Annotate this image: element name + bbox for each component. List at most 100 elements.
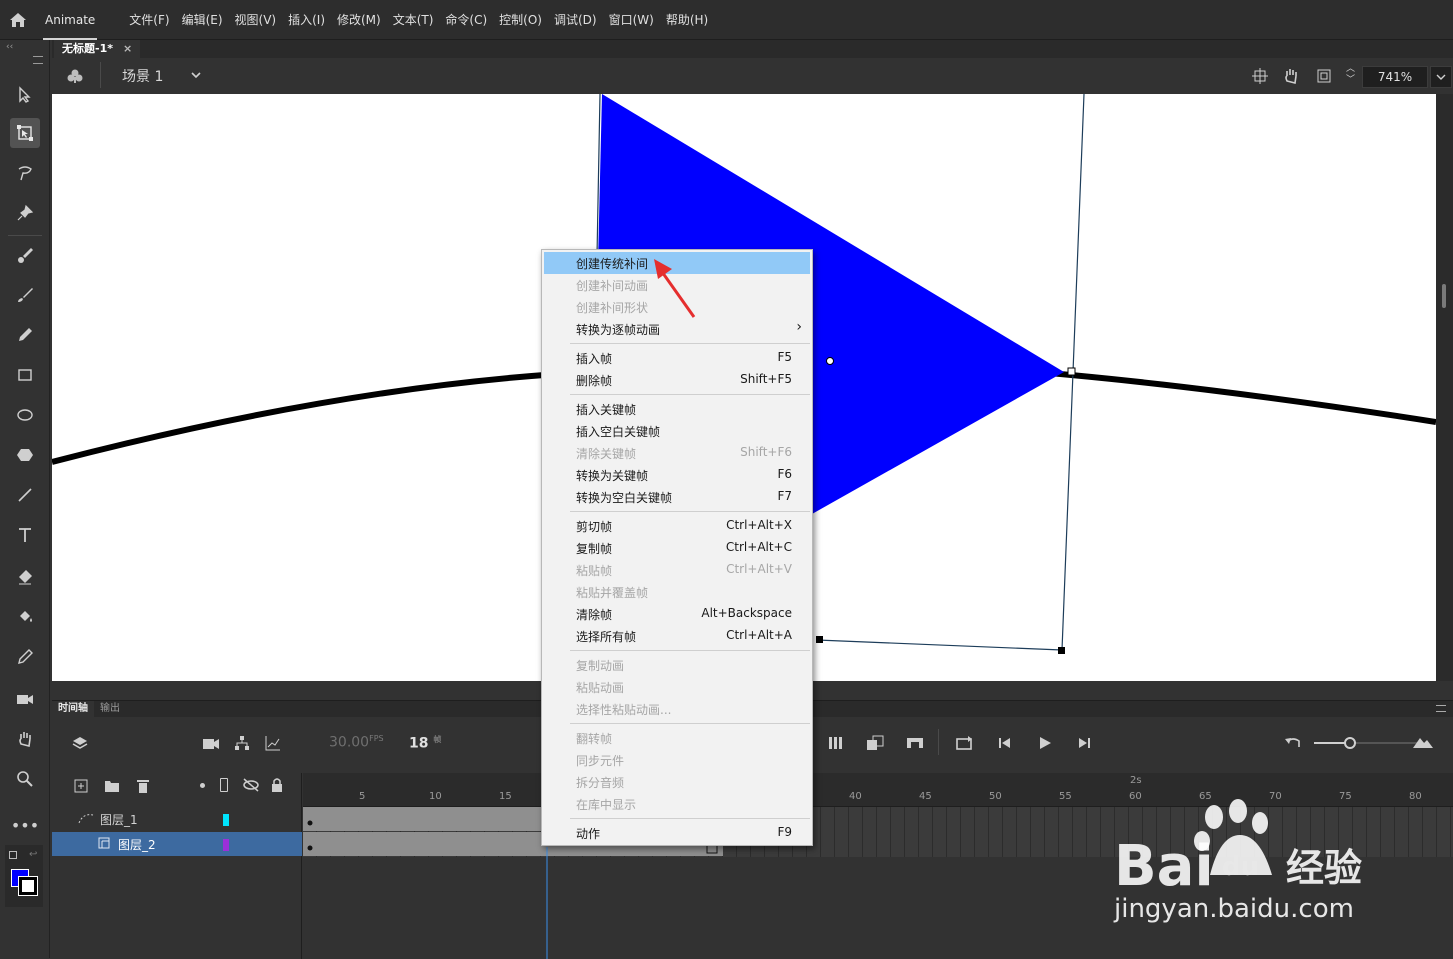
timeline-zoom-slider[interactable]	[1314, 737, 1424, 749]
layer-row[interactable]: 图层_1	[52, 807, 302, 831]
paint-bucket-tool-icon[interactable]	[10, 602, 40, 632]
default-colors-icon[interactable]	[9, 851, 17, 859]
brush-tool-icon[interactable]	[10, 280, 40, 310]
scene-icon[interactable]	[66, 68, 84, 87]
camera-tool-icon[interactable]	[10, 684, 40, 714]
context-menu-item[interactable]: 同步元件	[544, 749, 810, 771]
menu-file[interactable]: 文件(F)	[129, 11, 169, 28]
fps-display[interactable]: 30.00FPS	[329, 734, 384, 751]
context-menu-item[interactable]: 在库中显示	[544, 793, 810, 815]
undo-zoom-icon[interactable]	[1284, 735, 1302, 754]
context-menu-item[interactable]: 粘贴动画	[544, 676, 810, 698]
menu-insert[interactable]: 插入(I)	[288, 11, 325, 28]
zoom-input[interactable]: 741%	[1362, 66, 1428, 88]
free-transform-tool-icon[interactable]	[10, 118, 40, 148]
eraser-tool-icon[interactable]	[10, 562, 40, 592]
scroll-thumb[interactable]	[1442, 284, 1446, 308]
menu-edit[interactable]: 编辑(E)	[182, 11, 223, 28]
step-forward-icon[interactable]	[1076, 735, 1092, 754]
selection-tool-icon[interactable]	[10, 80, 40, 110]
menu-commands[interactable]: 命令(C)	[445, 11, 487, 28]
fluid-brush-tool-icon[interactable]	[10, 240, 40, 270]
collapse-icon[interactable]: ‹‹	[6, 42, 13, 52]
panel-menu-icon[interactable]	[33, 56, 43, 64]
ruler-label: 45	[919, 791, 932, 802]
onion-skin-icon[interactable]	[828, 735, 846, 754]
context-menu-item[interactable]: 清除关键帧 Shift+F6	[544, 442, 810, 464]
layer-name[interactable]: 图层_2	[118, 836, 156, 853]
eyedropper-tool-icon[interactable]	[10, 642, 40, 672]
context-menu-item[interactable]: 拆分音频	[544, 771, 810, 793]
document-tab[interactable]: 无标题-1* ×	[54, 40, 141, 58]
zoom-dropdown-button[interactable]	[1430, 66, 1452, 88]
context-menu-item[interactable]: 清除帧 Alt+Backspace	[544, 603, 810, 625]
layers-icon[interactable]	[72, 735, 88, 754]
text-tool-icon[interactable]	[10, 520, 40, 550]
camera-icon[interactable]	[202, 737, 220, 754]
document-tab-title: 无标题-1*	[62, 42, 113, 55]
line-tool-icon[interactable]	[10, 480, 40, 510]
context-menu-item[interactable]: 转换为空白关键帧 F7	[544, 486, 810, 508]
hand-tool-icon[interactable]	[10, 724, 40, 754]
context-menu-item[interactable]: 复制帧 Ctrl+Alt+C	[544, 537, 810, 559]
context-menu-item[interactable]: 选择所有帧 Ctrl+Alt+A	[544, 625, 810, 647]
tab-output[interactable]: 输出	[94, 701, 126, 717]
zoom-tool-icon[interactable]	[10, 764, 40, 794]
panel-menu-icon[interactable]	[1436, 705, 1446, 712]
edit-multiple-frames-icon[interactable]	[866, 735, 884, 754]
center-stage-icon[interactable]	[1252, 68, 1268, 87]
context-menu-item[interactable]: 粘贴帧 Ctrl+Alt+V	[544, 559, 810, 581]
graph-icon[interactable]	[265, 735, 281, 754]
svg-text:du: du	[1222, 852, 1259, 882]
zoom-stepper-icon[interactable]: ︿ ﹀	[1346, 64, 1355, 86]
context-menu-item[interactable]: 转换为关键帧 F6	[544, 464, 810, 486]
play-icon[interactable]	[1037, 735, 1053, 754]
menu-modify[interactable]: 修改(M)	[337, 11, 381, 28]
menu-control[interactable]: 控制(O)	[499, 11, 542, 28]
context-menu-item[interactable]: 翻转帧	[544, 727, 810, 749]
context-menu-item[interactable]: 删除帧 Shift+F5	[544, 369, 810, 391]
close-icon[interactable]: ×	[123, 40, 132, 58]
menu-text[interactable]: 文本(T)	[393, 11, 434, 28]
context-menu-item[interactable]: 插入帧 F5	[544, 347, 810, 369]
oval-tool-icon[interactable]	[10, 400, 40, 430]
pencil-tool-icon[interactable]	[10, 320, 40, 350]
stage-vertical-scrollbar[interactable]	[1436, 94, 1453, 681]
layer-color-tag[interactable]	[223, 839, 229, 851]
layer-name[interactable]: 图层_1	[100, 811, 138, 828]
tab-timeline[interactable]: 时间轴	[52, 701, 94, 717]
context-menu-item[interactable]: 剪切帧 Ctrl+Alt+X	[544, 515, 810, 537]
context-menu-item[interactable]: 插入空白关键帧	[544, 420, 810, 442]
context-menu-item[interactable]: 复制动画	[544, 654, 810, 676]
rotate-hand-icon[interactable]	[1282, 67, 1300, 88]
menu-help[interactable]: 帮助(H)	[666, 11, 708, 28]
mountain-zoom-icon[interactable]	[1412, 735, 1434, 752]
pin-tool-icon[interactable]	[10, 198, 40, 228]
layer-row-selected[interactable]: 图层_2	[52, 832, 302, 856]
menu-view[interactable]: 视图(V)	[235, 11, 277, 28]
scene-label[interactable]: 场景 1	[122, 66, 163, 86]
step-back-icon[interactable]	[997, 735, 1013, 754]
lasso-tool-icon[interactable]	[10, 158, 40, 188]
polystar-tool-icon[interactable]	[10, 440, 40, 470]
layer-parenting-icon[interactable]	[234, 735, 250, 754]
home-icon[interactable]	[8, 10, 28, 30]
swap-colors-icon[interactable]: ↩	[29, 849, 37, 860]
chevron-down-icon[interactable]	[190, 69, 202, 83]
context-menu-item[interactable]: 粘贴并覆盖帧	[544, 581, 810, 603]
frame-view-icon[interactable]	[906, 735, 924, 754]
current-frame-display[interactable]: 18 帧	[409, 734, 441, 752]
clip-content-icon[interactable]	[1316, 68, 1332, 87]
layer-color-tag[interactable]	[223, 814, 229, 826]
stroke-color-swatch[interactable]	[18, 876, 38, 896]
more-tools-icon[interactable]: •••	[10, 810, 40, 840]
rectangle-tool-icon[interactable]	[10, 360, 40, 390]
menu-window[interactable]: 窗口(W)	[609, 11, 654, 28]
context-menu-item[interactable]: 选择性粘贴动画...	[544, 698, 810, 720]
context-menu-item[interactable]: 动作 F9	[544, 822, 810, 844]
loop-icon[interactable]	[956, 735, 974, 754]
slider-handle[interactable]	[1344, 737, 1356, 749]
menu-debug[interactable]: 调试(D)	[554, 11, 597, 28]
menu-separator	[570, 818, 810, 819]
context-menu-item[interactable]: 插入关键帧	[544, 398, 810, 420]
